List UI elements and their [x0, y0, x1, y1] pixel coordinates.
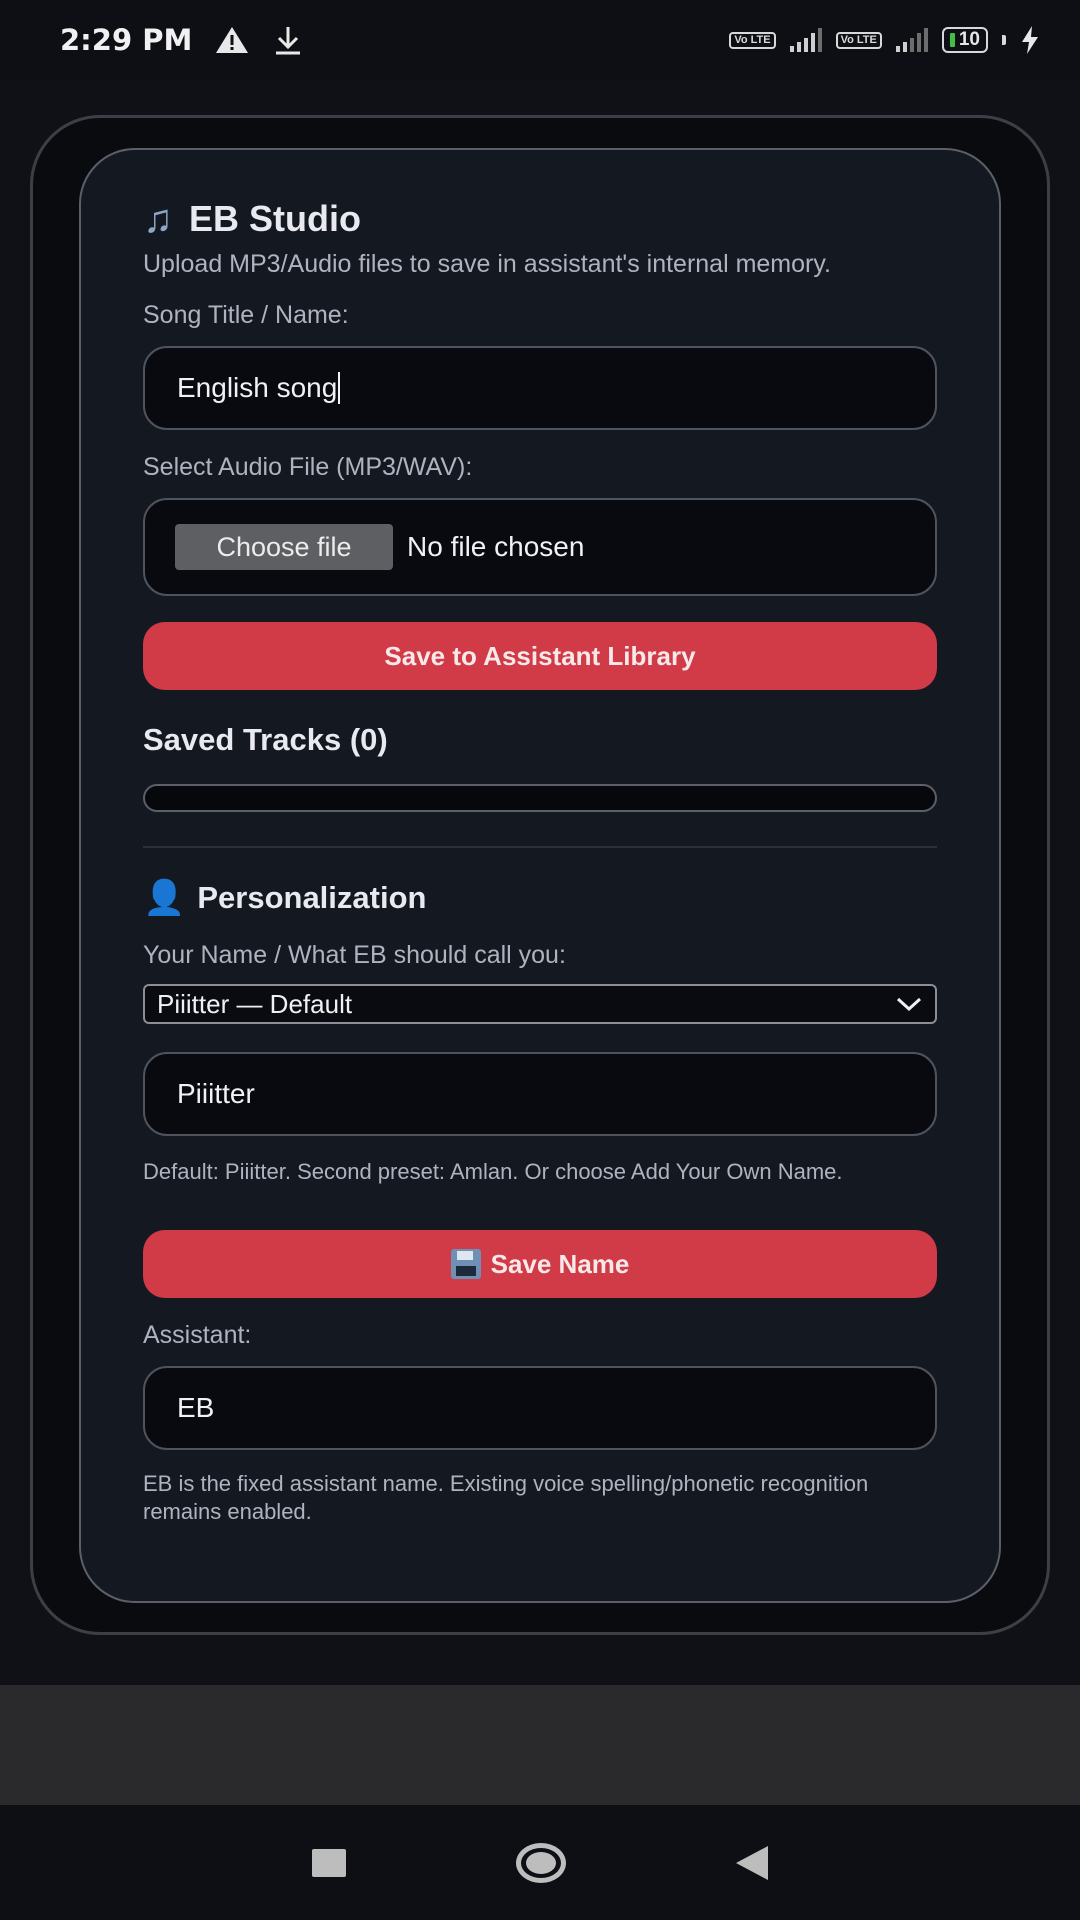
- chevron-down-icon: [896, 997, 922, 1012]
- charging-icon: [1022, 26, 1038, 54]
- audio-file-input: Choose file No file chosen: [143, 498, 937, 596]
- save-to-library-label: Save to Assistant Library: [384, 640, 696, 671]
- name-preset-select[interactable]: Piiitter — Default: [143, 984, 937, 1024]
- text-caret: [338, 372, 341, 404]
- recents-button[interactable]: [312, 1848, 346, 1877]
- assistant-input[interactable]: EB: [143, 1366, 937, 1450]
- person-icon: 👤: [143, 879, 186, 917]
- settings-modal: ♫ EB Studio Upload MP3/Audio files to sa…: [79, 148, 1001, 1603]
- audio-file-label: Select Audio File (MP3/WAV):: [143, 453, 473, 481]
- bottom-gray-bar: [0, 1685, 1080, 1805]
- assistant-value: EB: [177, 1392, 215, 1423]
- studio-title: EB Studio: [189, 198, 361, 239]
- personalization-heading-row: 👤 Personalization: [143, 878, 937, 918]
- volte-1-icon: Vo LTE: [729, 31, 776, 49]
- signal-1-icon: [789, 28, 822, 52]
- saved-tracks-heading: Saved Tracks (0): [143, 722, 388, 757]
- save-to-library-button[interactable]: Save to Assistant Library: [143, 622, 937, 690]
- name-input-value: Piiitter: [177, 1078, 255, 1109]
- name-input[interactable]: Piiitter: [143, 1052, 937, 1136]
- save-name-button[interactable]: Save Name: [143, 1230, 937, 1298]
- save-name-label: Save Name: [490, 1248, 630, 1279]
- section-divider: [143, 846, 937, 848]
- song-title-input[interactable]: English song: [143, 346, 937, 430]
- saved-tracks-list: [143, 784, 937, 812]
- personalization-heading: Personalization: [197, 880, 427, 915]
- no-file-text: No file chosen: [407, 531, 585, 562]
- studio-subtitle: Upload MP3/Audio files to save in assist…: [143, 250, 831, 278]
- song-title-value: English song: [177, 372, 338, 403]
- name-preset-value: Piiitter — Default: [157, 988, 353, 1019]
- music-note-icon: ♫: [143, 197, 173, 241]
- choose-file-button[interactable]: Choose file: [175, 524, 393, 570]
- signal-2-icon: [895, 28, 928, 52]
- warning-icon: [216, 27, 249, 53]
- download-icon: [276, 27, 301, 55]
- clock: 2:29 PM: [60, 23, 193, 57]
- name-hint: Default: Piiitter. Second preset: Amlan.…: [143, 1159, 843, 1184]
- assistant-label: Assistant:: [143, 1321, 252, 1349]
- home-button[interactable]: [516, 1842, 566, 1883]
- battery-icon: 10: [941, 27, 988, 53]
- studio-title-row: ♫ EB Studio: [143, 190, 937, 248]
- your-name-label: Your Name / What EB should call you:: [143, 941, 566, 969]
- battery-level: 10: [958, 29, 980, 50]
- song-title-label: Song Title / Name:: [143, 301, 349, 329]
- floppy-disk-icon: [450, 1249, 481, 1279]
- back-button[interactable]: [736, 1845, 768, 1880]
- status-bar: 2:29 PM Vo LTE Vo LTE 10: [0, 0, 1080, 80]
- battery-tip: [1002, 35, 1006, 45]
- volte-2-icon: Vo LTE: [835, 31, 882, 49]
- assistant-hint: EB is the fixed assistant name. Existing…: [143, 1471, 869, 1524]
- navigation-bar: [0, 1805, 1080, 1920]
